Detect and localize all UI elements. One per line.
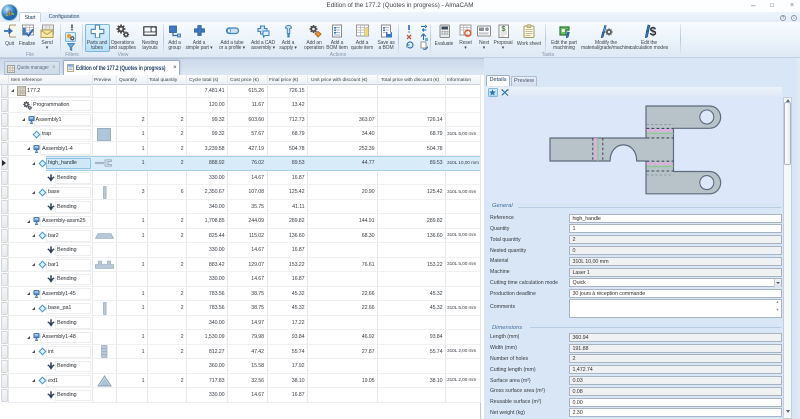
svg-text:a: a xyxy=(7,8,12,19)
svg-text:$: $ xyxy=(649,25,656,39)
